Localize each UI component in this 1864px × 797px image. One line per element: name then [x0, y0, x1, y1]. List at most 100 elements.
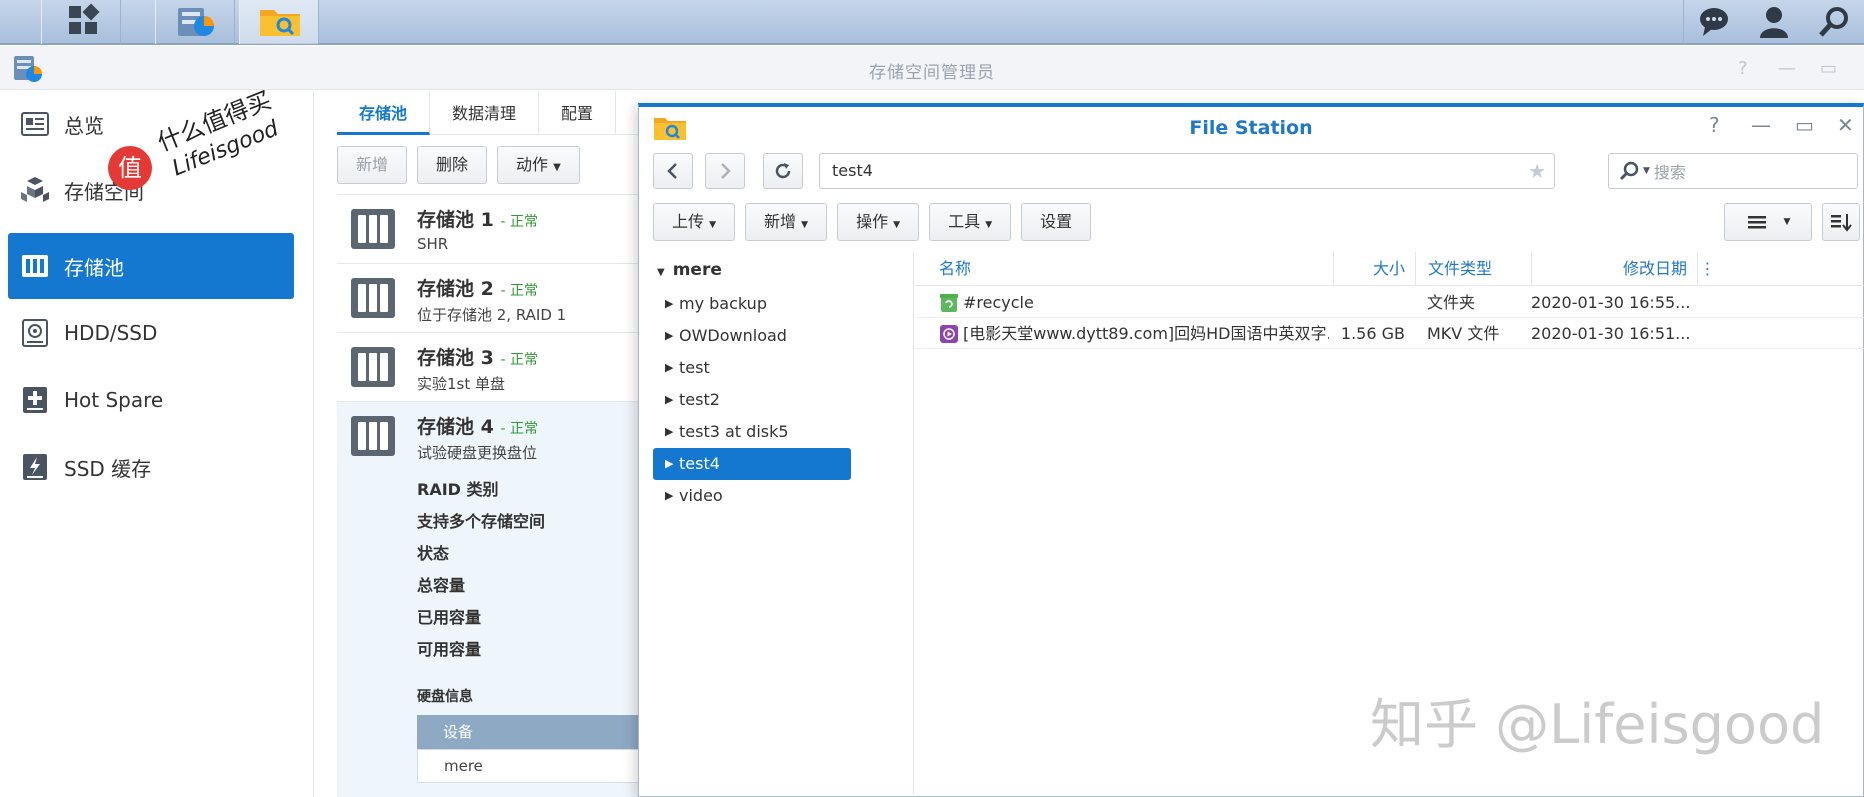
user-icon — [1760, 7, 1788, 38]
pool-status: - 正常 — [500, 421, 538, 437]
column-menu-icon[interactable]: ⋮ — [1697, 252, 1717, 286]
tree-item-test[interactable]: ▶ test — [653, 352, 851, 384]
help-icon[interactable]: ? — [1709, 113, 1720, 137]
forward-button[interactable] — [705, 153, 745, 189]
close-icon[interactable]: ✕ — [1837, 113, 1854, 137]
refresh-icon — [775, 163, 791, 179]
pool-row-1[interactable]: 存储池 1 - 正常 SHR — [337, 194, 657, 263]
file-name: #recycle — [963, 293, 1034, 312]
disk-table-row[interactable]: mere — [417, 749, 657, 783]
chat-button[interactable] — [1684, 0, 1744, 44]
tree-item-owdownload[interactable]: ▶ OWDownload — [653, 320, 851, 352]
upload-button[interactable]: 上传 ▼ — [653, 203, 736, 241]
prop-multi-volume: 支持多个存储空间 — [417, 512, 546, 531]
window-title: File Station — [1189, 117, 1313, 139]
maximize-icon[interactable]: ▭ — [1820, 58, 1837, 79]
table-row[interactable]: [电影天堂www.dytt89.com]回妈HD国语中英双字.mkv 1.56 … — [915, 318, 1864, 349]
sidebar-item-storage-pool[interactable]: 存储池 — [8, 233, 294, 299]
folder-tree: ▼ mere ▶ my backup ▶ OWDownload ▶ test ▶ test… — [639, 252, 914, 797]
search-input[interactable]: ▼ 搜索 — [1608, 153, 1858, 189]
pool-description: 位于存储池 2, RAID 1 — [417, 306, 567, 324]
caret-down-icon: ▼ — [801, 220, 809, 230]
taskbar-file-station[interactable] — [239, 0, 319, 44]
search-icon — [1619, 161, 1639, 181]
hdd-icon — [20, 318, 50, 348]
sidebar-item-label: 总览 — [64, 113, 104, 138]
refresh-button[interactable] — [763, 153, 803, 189]
pool-row-2[interactable]: 存储池 2 - 正常 位于存储池 2, RAID 1 — [337, 263, 657, 332]
sort-button[interactable] — [1822, 203, 1860, 241]
tab-config[interactable]: 配置 — [539, 91, 617, 135]
tree-item-test2[interactable]: ▶ test2 — [653, 384, 851, 416]
sort-icon — [1831, 214, 1852, 232]
table-row[interactable]: #recycle 文件夹 2020-01-30 16:55... — [915, 287, 1864, 318]
taskbar — [0, 0, 1864, 45]
action-dropdown-button[interactable]: 动作 ▼ — [497, 146, 580, 184]
chevron-right-icon — [721, 163, 731, 179]
caret-right-icon: ▶ — [665, 457, 674, 470]
search-placeholder: 搜索 — [1653, 163, 1686, 182]
view-mode-button[interactable]: ▼ — [1724, 203, 1812, 241]
tab-storage-pool[interactable]: 存储池 — [337, 91, 431, 135]
disk-info-label: 硬盘信息 — [417, 689, 473, 705]
path-field[interactable]: test4 ★ — [819, 153, 1555, 189]
column-type[interactable]: 文件类型 — [1415, 252, 1531, 286]
minimize-icon[interactable]: — — [1778, 58, 1796, 79]
sidebar-item-label: SSD 缓存 — [64, 456, 152, 481]
disk-table-header: 设备 — [417, 715, 657, 749]
settings-button[interactable]: 设置 — [1021, 203, 1092, 241]
caret-down-icon: ▼ — [657, 267, 665, 278]
taskbar-storage-manager[interactable] — [155, 0, 235, 44]
sidebar-item-ssd-cache[interactable]: SSD 缓存 — [8, 434, 294, 500]
tree-item-my-backup[interactable]: ▶ my backup — [653, 288, 851, 320]
prop-free-capacity: 可用容量 — [417, 640, 482, 659]
storage-pool-icon — [351, 416, 395, 456]
tools-button[interactable]: 工具 ▼ — [929, 203, 1012, 241]
help-icon[interactable]: ? — [1738, 58, 1748, 79]
create-button[interactable]: 新增 ▼ — [745, 203, 828, 241]
main-menu-button[interactable] — [41, 0, 121, 44]
pool-toolbar: 新增 删除 动作 ▼ — [337, 146, 580, 184]
column-name[interactable]: 名称 — [939, 252, 971, 286]
pool-row-3[interactable]: 存储池 3 - 正常 实验1st 单盘 — [337, 332, 657, 401]
sidebar-item-label: 存储池 — [64, 255, 124, 280]
sidebar-item-hot-spare[interactable]: Hot Spare — [8, 367, 294, 433]
chat-icon — [1700, 8, 1728, 36]
tab-data-scrubbing[interactable]: 数据清理 — [430, 91, 540, 135]
new-pool-button[interactable]: 新增 — [337, 146, 408, 184]
delete-pool-button[interactable]: 删除 — [417, 146, 488, 184]
window-title: 存储空间管理员 — [869, 63, 995, 83]
tree-root[interactable]: ▼ mere — [657, 260, 722, 280]
caret-right-icon: ▶ — [665, 361, 674, 374]
watermark-logo: 值 什么值得买 Lifeisgood — [100, 86, 300, 190]
prop-raid-type: RAID 类别 — [417, 480, 499, 499]
star-icon[interactable]: ★ — [1528, 154, 1546, 188]
action-button[interactable]: 操作 ▼ — [837, 203, 920, 241]
storage-pool-icon — [351, 209, 395, 249]
tree-item-test3[interactable]: ▶ test3 at disk5 — [653, 416, 851, 448]
column-size[interactable]: 大小 — [1333, 252, 1415, 286]
global-search-button[interactable] — [1804, 0, 1864, 44]
tree-item-test4[interactable]: ▶ test4 — [653, 448, 851, 480]
file-modified: 2020-01-30 16:51... — [1531, 324, 1691, 343]
svg-text:值: 值 — [118, 154, 142, 182]
watermark-text: 知乎 @Lifeisgood — [1370, 693, 1825, 756]
file-type: MKV 文件 — [1427, 324, 1500, 343]
pool-description: 试验硬盘更换盘位 — [417, 444, 538, 462]
hot-spare-icon — [20, 385, 50, 415]
caret-down-icon: ▼ — [1643, 166, 1650, 176]
back-button[interactable] — [653, 153, 693, 189]
file-list-header: 名称 大小 文件类型 修改日期 ⋮ — [915, 252, 1864, 286]
user-button[interactable] — [1744, 0, 1804, 44]
minimize-icon[interactable]: — — [1751, 113, 1771, 137]
caret-right-icon: ▶ — [665, 489, 674, 502]
tree-item-video[interactable]: ▶ video — [653, 480, 851, 512]
pool-row-4[interactable]: 存储池 4 - 正常 试验硬盘更换盘位 RAID 类别 支持多个存储空间 状态 … — [337, 401, 657, 797]
column-modified[interactable]: 修改日期 — [1531, 252, 1697, 286]
maximize-icon[interactable]: ▭ — [1795, 113, 1814, 137]
file-type: 文件夹 — [1427, 293, 1476, 312]
sidebar-item-hdd-ssd[interactable]: HDD/SSD — [8, 300, 294, 366]
storage-sidebar: 总览 存储空间 存储池 HDD/SSD Hot Spare SSD 缓存 — [0, 91, 314, 797]
caret-right-icon: ▶ — [665, 297, 674, 310]
caret-right-icon: ▶ — [665, 393, 674, 406]
